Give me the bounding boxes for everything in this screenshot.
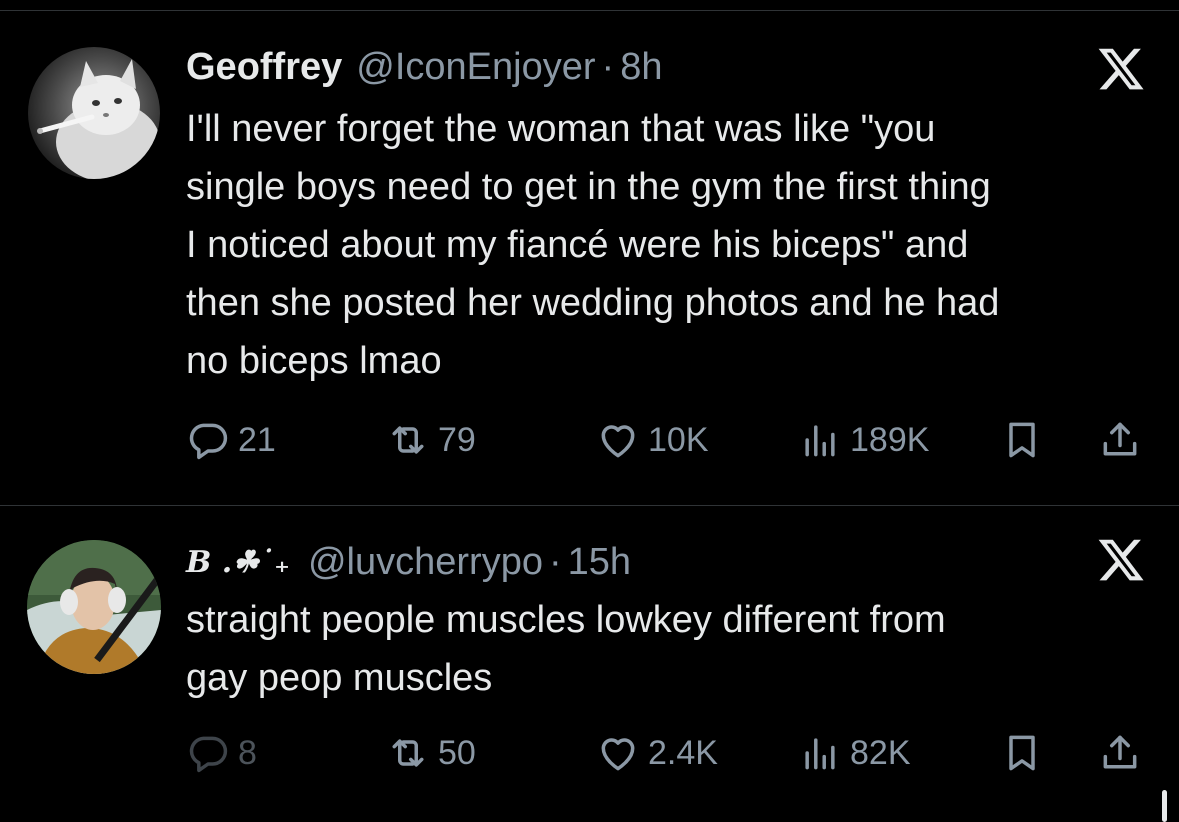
repost-button[interactable]: 50 [386, 727, 476, 779]
separator-dot: · [548, 540, 562, 583]
tweet-text-line: no biceps lmao [186, 340, 442, 382]
display-name[interactable]: Geoffrey [186, 46, 342, 89]
separator-dot: · [601, 45, 615, 88]
tweet-text-line: gay peop muscles [186, 657, 493, 699]
tweet-text-line: single boys need to get in the gym the f… [186, 166, 991, 208]
views-button[interactable]: 82K [798, 727, 911, 779]
tweet-text: straight people muscles lowkey different… [186, 591, 1155, 707]
display-name[interactable]: B .☘˙₊ [186, 545, 290, 580]
views-chart-icon [805, 425, 835, 457]
reply-count: 21 [238, 420, 276, 459]
cat-smoking-avatar-icon [28, 47, 160, 179]
like-button[interactable]: 10K [596, 414, 709, 466]
x-logo-icon [1098, 48, 1144, 90]
share-icon [1103, 422, 1137, 456]
tweet-header: B .☘˙₊ @luvcherrypo · 15h [186, 539, 631, 585]
tweet-text-line: straight people muscles lowkey different… [186, 599, 946, 641]
reply-button[interactable]: 21 [186, 414, 276, 466]
reply-icon [189, 736, 228, 773]
tweet-1[interactable]: Geoffrey @IconEnjoyer · 8h I'll never fo… [0, 30, 1179, 500]
action-bar: 21 79 10K 189K [186, 414, 1156, 466]
bookmark-button[interactable] [1000, 727, 1044, 779]
bookmark-icon [1009, 422, 1035, 458]
share-icon [1103, 735, 1137, 769]
like-button[interactable]: 2.4K [596, 727, 718, 779]
reply-button[interactable]: 8 [186, 727, 257, 779]
tweet-text-line: I noticed about my fiancé were his bicep… [186, 224, 969, 266]
tweet-text-line: then she posted her wedding photos and h… [186, 282, 1000, 324]
avatar[interactable] [28, 47, 160, 179]
repost-count: 79 [438, 420, 476, 459]
views-count: 189K [850, 420, 930, 459]
x-logo-icon [1098, 539, 1144, 581]
scrollbar-thumb[interactable] [1162, 790, 1167, 822]
repost-button[interactable]: 79 [386, 414, 476, 466]
repost-count: 50 [438, 733, 476, 772]
tweet-header: Geoffrey @IconEnjoyer · 8h [186, 44, 662, 90]
timestamp[interactable]: 15h [568, 541, 631, 584]
heart-icon [601, 425, 635, 458]
avatar[interactable] [27, 540, 161, 674]
share-button[interactable] [1098, 414, 1142, 466]
bookmark-button[interactable] [1000, 414, 1044, 466]
top-divider [0, 10, 1179, 11]
repost-icon [392, 739, 424, 767]
tweet-text: I'll never forget the woman that was lik… [186, 100, 1155, 390]
person-with-headphones-avatar-icon [27, 540, 161, 674]
reply-icon [189, 423, 228, 460]
share-button[interactable] [1098, 727, 1142, 779]
heart-icon [601, 738, 635, 771]
handle[interactable]: @IconEnjoyer [356, 46, 595, 89]
action-bar: 8 50 2.4K 82K [186, 727, 1156, 779]
reply-count: 8 [238, 733, 257, 772]
repost-icon [392, 426, 424, 454]
tweet-divider [0, 505, 1179, 506]
like-count: 2.4K [648, 733, 718, 772]
tweet-text-line: I'll never forget the woman that was lik… [186, 108, 936, 150]
bookmark-icon [1009, 735, 1035, 771]
tweet-2[interactable]: B .☘˙₊ @luvcherrypo · 15h straight peopl… [0, 525, 1179, 822]
timestamp[interactable]: 8h [620, 46, 662, 89]
like-count: 10K [648, 420, 709, 459]
views-chart-icon [805, 738, 835, 770]
views-count: 82K [850, 733, 911, 772]
views-button[interactable]: 189K [798, 414, 929, 466]
handle[interactable]: @luvcherrypo [308, 541, 543, 584]
